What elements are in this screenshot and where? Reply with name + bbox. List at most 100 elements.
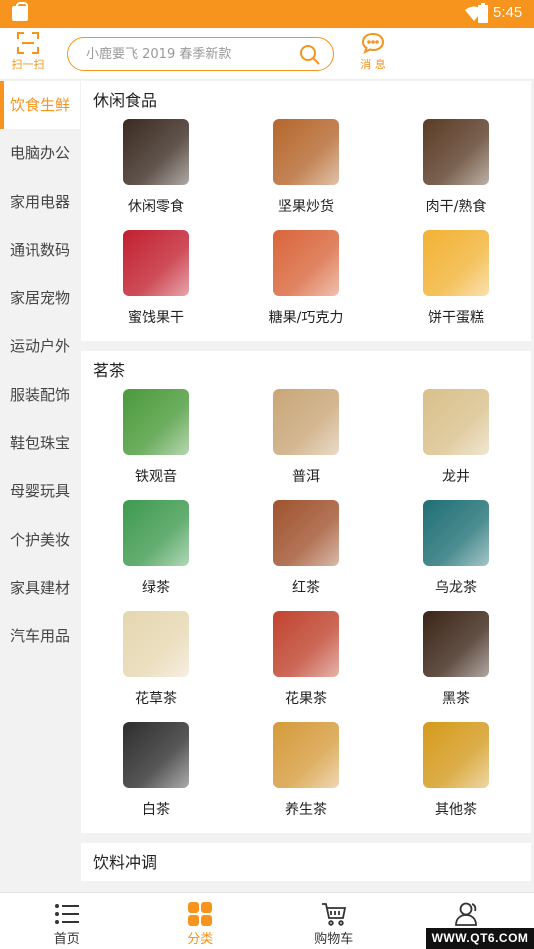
- sidebar-item-auto[interactable]: 汽车用品: [0, 612, 80, 660]
- product-thumbnail: [123, 119, 189, 185]
- grid-item[interactable]: 坚果炒货: [231, 111, 381, 222]
- search-icon[interactable]: [299, 44, 321, 66]
- sidebar-item-computer-office[interactable]: 电脑办公: [0, 129, 80, 177]
- scan-icon: [17, 32, 39, 54]
- grid-item-label: 休闲零食: [128, 199, 184, 215]
- chat-bubble-icon: [361, 32, 385, 55]
- scan-label: 扫一扫: [11, 58, 45, 71]
- grid-item-label: 黑茶: [442, 691, 470, 707]
- top-header: 扫一扫 消 息: [0, 28, 534, 80]
- product-thumbnail: [123, 722, 189, 788]
- sidebar-item-label: 家具建材: [9, 578, 70, 597]
- grid-item-label: 肉干/熟食: [425, 199, 487, 215]
- grid-item[interactable]: 乌龙茶: [381, 492, 531, 603]
- sidebar-item-label: 通讯数码: [9, 240, 70, 259]
- grid-item[interactable]: 红茶: [231, 492, 381, 603]
- sidebar-item-label: 鞋包珠宝: [9, 434, 70, 453]
- sidebar-item-furniture[interactable]: 家具建材: [0, 564, 80, 612]
- sidebar-item-home-pets[interactable]: 家居宠物: [0, 274, 80, 322]
- search-input[interactable]: [86, 44, 286, 64]
- sidebar-item-beauty[interactable]: 个护美妆: [0, 516, 80, 564]
- category-sidebar: 饮食生鲜 电脑办公 家用电器 通讯数码 家居宠物 运动户外 服装配饰 鞋包珠宝 …: [0, 81, 80, 892]
- tab-label: 首页: [53, 932, 80, 947]
- grid-item-label: 养生茶: [285, 802, 327, 818]
- sidebar-item-home-appliances[interactable]: 家用电器: [0, 178, 80, 226]
- grid-item-label: 乌龙茶: [435, 580, 477, 596]
- search-bar[interactable]: [67, 37, 334, 71]
- section-title: 休闲食品: [93, 91, 158, 110]
- grid-item[interactable]: 普洱: [231, 381, 381, 492]
- tab-label: 购物车: [314, 932, 354, 947]
- grid-item[interactable]: 绿茶: [81, 492, 231, 603]
- sidebar-item-digital[interactable]: 通讯数码: [0, 226, 80, 274]
- grid-item[interactable]: 糖果/巧克力: [231, 222, 381, 333]
- scan-button[interactable]: 扫一扫: [8, 32, 48, 72]
- grid-item-label: 普洱: [292, 469, 320, 485]
- product-thumbnail: [123, 389, 189, 455]
- product-thumbnail: [423, 500, 489, 566]
- sidebar-item-apparel[interactable]: 服装配饰: [0, 371, 80, 419]
- grid-item-label: 蜜饯果干: [128, 310, 184, 326]
- grid-item[interactable]: 铁观音: [81, 381, 231, 492]
- product-thumbnail: [123, 500, 189, 566]
- product-thumbnail: [273, 119, 339, 185]
- grid-item[interactable]: 肉干/熟食: [381, 111, 531, 222]
- message-button[interactable]: 消 息: [355, 32, 391, 72]
- grid-item[interactable]: 龙井: [381, 381, 531, 492]
- grid-item-label: 绿茶: [142, 580, 170, 596]
- sidebar-item-label: 运动户外: [9, 337, 70, 356]
- sidebar-item-food[interactable]: 饮食生鲜: [0, 81, 80, 130]
- section-beverages: 饮料冲调: [81, 843, 531, 881]
- section-tea: 茗茶 铁观音 普洱 龙井 绿茶 红茶 乌龙茶 花草茶 花果茶 黑茶 白茶 养生茶…: [81, 351, 531, 833]
- grid-item-label: 花果茶: [285, 691, 327, 707]
- category-icon: [187, 902, 213, 926]
- sidebar-item-sports[interactable]: 运动户外: [0, 322, 80, 370]
- grid-item[interactable]: 其他茶: [381, 714, 531, 825]
- status-time: 5:45: [493, 4, 523, 21]
- product-thumbnail: [423, 722, 489, 788]
- product-thumbnail: [423, 389, 489, 455]
- cart-icon: [321, 902, 347, 926]
- grid-item[interactable]: 养生茶: [231, 714, 381, 825]
- grid-item[interactable]: 蜜饯果干: [81, 222, 231, 333]
- product-grid: 铁观音 普洱 龙井 绿茶 红茶 乌龙茶 花草茶 花果茶 黑茶 白茶 养生茶 其他…: [81, 381, 531, 825]
- grid-item-label: 红茶: [292, 580, 320, 596]
- sidebar-item-label: 饮食生鲜: [9, 96, 70, 114]
- grid-item-label: 铁观音: [135, 469, 177, 485]
- grid-item[interactable]: 白茶: [81, 714, 231, 825]
- grid-item[interactable]: 黑茶: [381, 603, 531, 714]
- sidebar-item-label: 家用电器: [9, 192, 70, 211]
- sidebar-item-shoes-bags[interactable]: 鞋包珠宝: [0, 419, 80, 467]
- category-content: 休闲食品 休闲零食 坚果炒货 肉干/熟食 蜜饯果干 糖果/巧克力 饼干蛋糕 茗茶…: [81, 81, 531, 892]
- product-thumbnail: [273, 389, 339, 455]
- section-title: 茗茶: [93, 361, 126, 380]
- grid-item[interactable]: 花草茶: [81, 603, 231, 714]
- section-snacks: 休闲食品 休闲零食 坚果炒货 肉干/熟食 蜜饯果干 糖果/巧克力 饼干蛋糕: [81, 81, 531, 341]
- grid-item-label: 龙井: [442, 469, 470, 485]
- grid-item-label: 其他茶: [435, 802, 477, 818]
- sidebar-item-label: 个护美妆: [9, 530, 70, 549]
- sidebar-item-baby-toys[interactable]: 母婴玩具: [0, 467, 80, 515]
- product-thumbnail: [123, 611, 189, 677]
- battery-icon: [478, 3, 488, 23]
- list-icon: [54, 902, 80, 926]
- tab-home[interactable]: 首页: [0, 893, 134, 949]
- grid-item-label: 花草茶: [135, 691, 177, 707]
- product-thumbnail: [423, 611, 489, 677]
- tab-label: 分类: [187, 932, 214, 947]
- product-thumbnail: [273, 230, 339, 296]
- section-title: 饮料冲调: [93, 853, 158, 872]
- watermark: WWW.QT6.COM: [426, 928, 534, 949]
- product-thumbnail: [273, 722, 339, 788]
- grid-item[interactable]: 休闲零食: [81, 111, 231, 222]
- sidebar-item-label: 服装配饰: [9, 385, 70, 404]
- grid-item-label: 坚果炒货: [278, 199, 334, 215]
- grid-item[interactable]: 花果茶: [231, 603, 381, 714]
- product-grid: 休闲零食 坚果炒货 肉干/熟食 蜜饯果干 糖果/巧克力 饼干蛋糕: [81, 111, 531, 333]
- tab-category[interactable]: 分类: [134, 893, 268, 949]
- product-thumbnail: [423, 119, 489, 185]
- grid-item-label: 糖果/巧克力: [268, 310, 344, 326]
- tab-cart[interactable]: 购物车: [267, 893, 401, 949]
- user-icon: [454, 902, 480, 926]
- grid-item[interactable]: 饼干蛋糕: [381, 222, 531, 333]
